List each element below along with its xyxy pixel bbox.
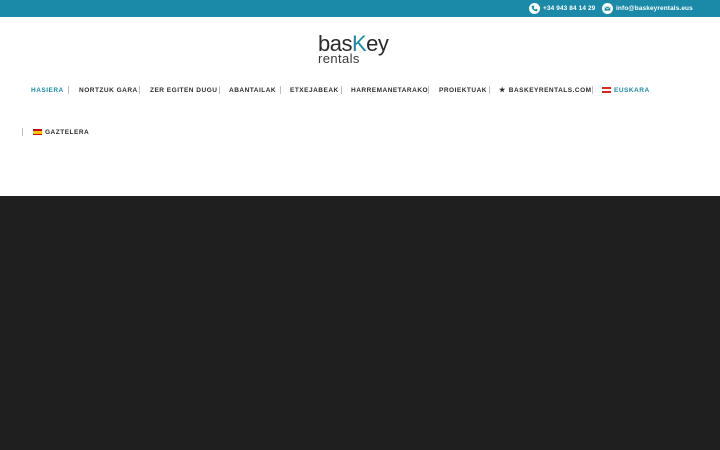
top-bar: +34 943 84 14 29 info@baskeyrentals.eus (0, 0, 720, 17)
nav-separator (22, 128, 23, 136)
spain-flag-icon (33, 129, 42, 135)
phone-number[interactable]: +34 943 84 14 29 (543, 5, 595, 12)
nav-item-hasiera[interactable]: HASIERA (31, 82, 64, 98)
nav-item-label: BASKEYRENTALS.COM (508, 86, 592, 94)
phone-contact[interactable]: +34 943 84 14 29 (529, 0, 595, 17)
main-navigation: HASIERA NORTZUK GARA ZER EGITEN DUGU ABA… (0, 82, 720, 136)
nav-item-abantailak[interactable]: ABANTAILAK (229, 82, 276, 98)
email-address[interactable]: info@baskeyrentals.eus (616, 5, 693, 12)
nav-separator (139, 86, 140, 94)
nav-separator (592, 86, 593, 94)
nav-item-harremanetarako[interactable]: HARREMANETARAKO (351, 82, 428, 98)
nav-separator (219, 86, 220, 94)
star-icon: ★ (499, 87, 506, 94)
email-contact[interactable]: info@baskeyrentals.eus (602, 0, 693, 17)
logo-subtitle: rentals (318, 51, 360, 66)
basque-flag-icon (602, 87, 611, 93)
logo-text-rest: ey (366, 31, 389, 56)
nav-item-etxejabeak[interactable]: ETXEJABEAK (290, 82, 339, 98)
nav-separator (280, 86, 281, 94)
phone-icon (529, 3, 540, 14)
nav-separator (341, 86, 342, 94)
nav-separator (428, 86, 429, 94)
nav-item-proiektuak[interactable]: PROIEKTUAK (439, 82, 487, 98)
nav-item-nortzuk-gara[interactable]: NORTZUK GARA (79, 82, 138, 98)
nav-separator (489, 86, 490, 94)
site-logo[interactable]: basKey rentals (318, 31, 404, 69)
nav-item-euskara[interactable]: EUSKARA (602, 82, 650, 98)
nav-item-label: GAZTELERA (45, 128, 90, 136)
nav-item-gaztelera[interactable]: GAZTELERA (33, 124, 89, 140)
nav-item-baskeyrentals-com[interactable]: ★ BASKEYRENTALS.COM (499, 82, 592, 98)
nav-item-zer-egiten-dugu[interactable]: ZER EGITEN DUGU (150, 82, 217, 98)
nav-item-label: EUSKARA (614, 86, 650, 94)
hero-section (0, 196, 720, 450)
envelope-icon (602, 3, 613, 14)
nav-separator (68, 86, 69, 94)
